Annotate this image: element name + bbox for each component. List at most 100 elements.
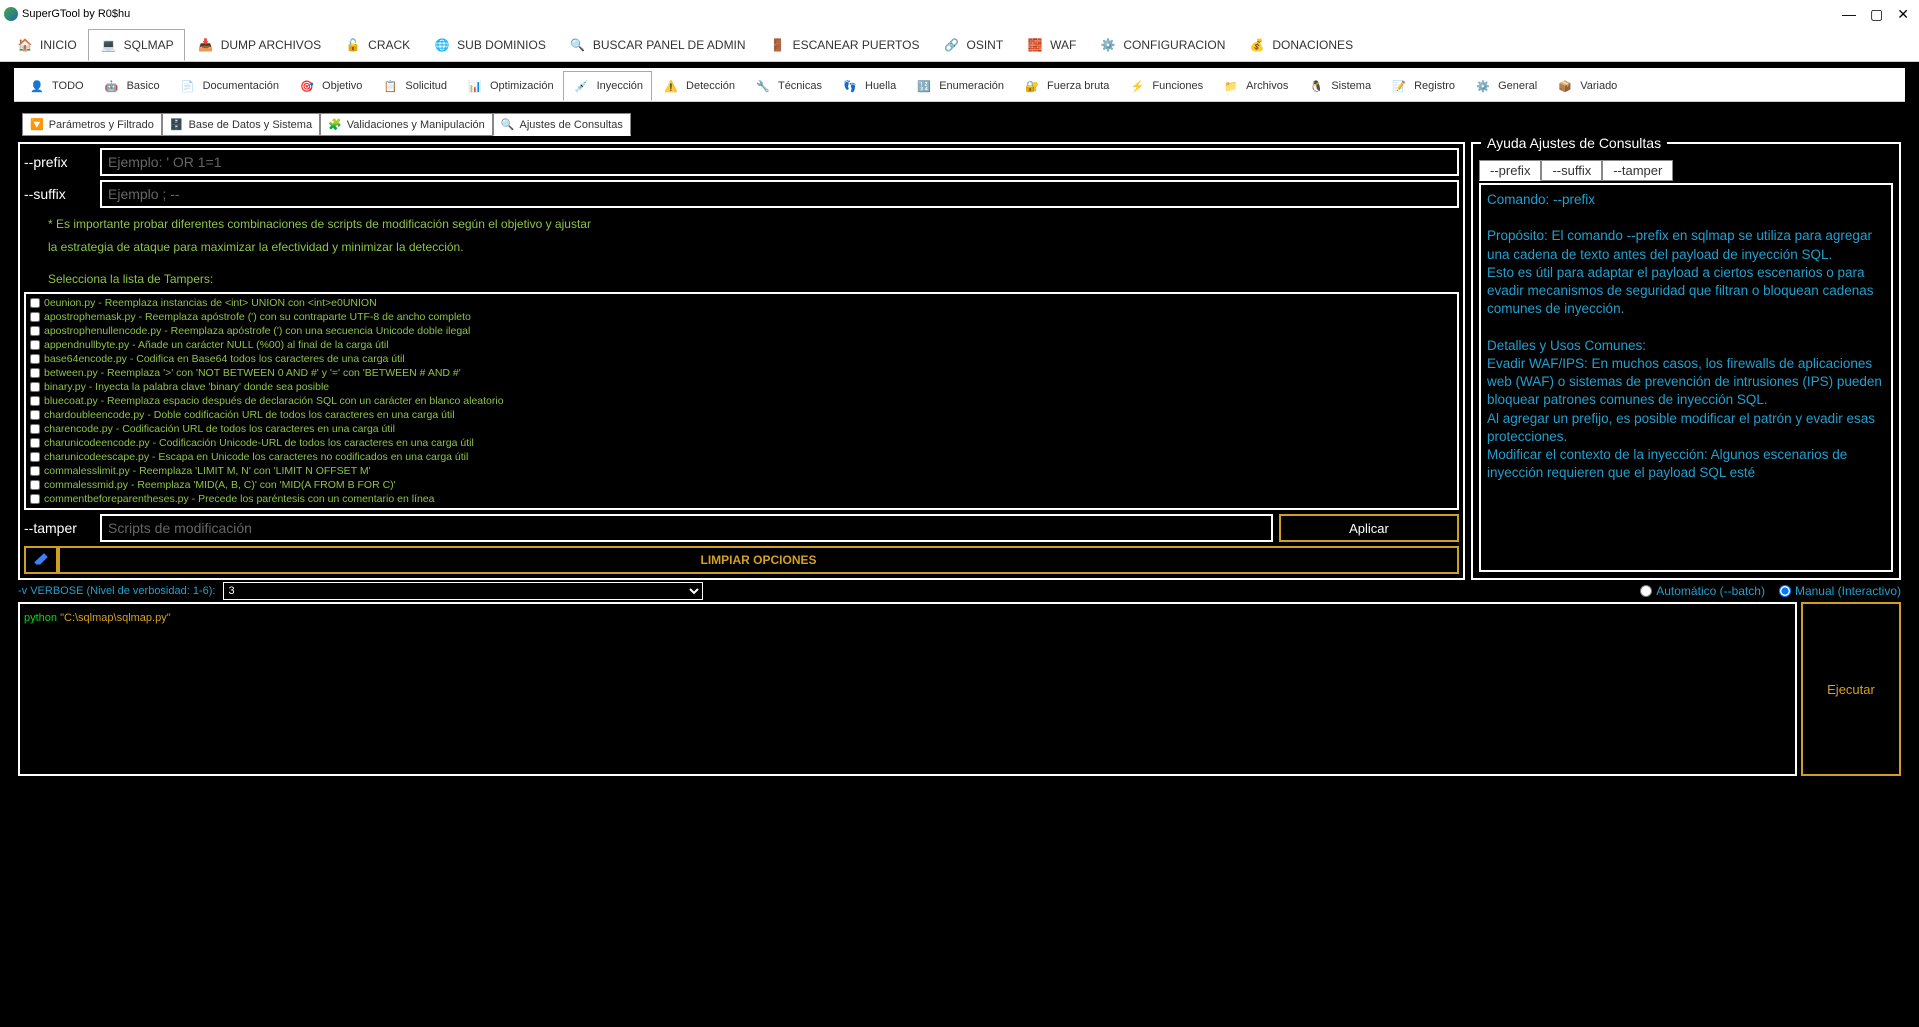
tamper-item[interactable]: 0eunion.py - Reemplaza instancias de <in…: [28, 296, 1455, 310]
sub-tab-documentación[interactable]: 📄Documentación: [169, 71, 288, 101]
verbose-label: -v VERBOSE (Nivel de verbosidad: 1-6):: [18, 585, 215, 597]
main-tab-escanear-puertos[interactable]: 🚪ESCANEAR PUERTOS: [757, 29, 931, 61]
help-tab-suffix[interactable]: --suffix: [1541, 160, 1602, 181]
app-icon: [4, 7, 18, 21]
window-title: SuperGTool by R0$hu: [22, 8, 130, 20]
tamper-checkbox[interactable]: [30, 312, 40, 322]
tamper-item[interactable]: chardoubleencode.py - Doble codificación…: [28, 408, 1455, 422]
suffix-input[interactable]: [100, 180, 1459, 208]
sub-tab-sistema[interactable]: 🐧Sistema: [1297, 71, 1380, 101]
sub-tab-fuerza bruta[interactable]: 🔐Fuerza bruta: [1013, 71, 1118, 101]
subtab-icon: 📄: [178, 77, 198, 95]
tamper-checkbox[interactable]: [30, 354, 40, 364]
main-tab-dump-archivos[interactable]: 📥DUMP ARCHIVOS: [185, 29, 332, 61]
tamper-item[interactable]: commentbeforeparentheses.py - Precede lo…: [28, 492, 1455, 506]
apply-button[interactable]: Aplicar: [1279, 514, 1459, 542]
tamper-checkbox[interactable]: [30, 340, 40, 350]
tamper-checkbox[interactable]: [30, 452, 40, 462]
tamper-checkbox[interactable]: [30, 368, 40, 378]
tamper-item[interactable]: charencode.py - Codificación URL de todo…: [28, 422, 1455, 436]
tab-icon: 💰: [1247, 36, 1267, 54]
execute-button[interactable]: Ejecutar: [1801, 602, 1901, 776]
main-tab-waf[interactable]: 🧱WAF: [1014, 29, 1087, 61]
tamper-checkbox[interactable]: [30, 298, 40, 308]
tamper-item[interactable]: commalessmid.py - Reemplaza 'MID(A, B, C…: [28, 478, 1455, 492]
tamper-item[interactable]: charunicodeescape.py - Escapa en Unicode…: [28, 450, 1455, 464]
help-tab-tamper[interactable]: --tamper: [1602, 160, 1673, 181]
verbose-select[interactable]: 3: [223, 582, 703, 600]
sub-tab-basico[interactable]: 🤖Basico: [93, 71, 169, 101]
subsub-tab-3[interactable]: 🔍Ajustes de Consultas: [493, 113, 631, 136]
tamper-item[interactable]: base64encode.py - Codifica en Base64 tod…: [28, 352, 1455, 366]
subtab-icon: 📁: [1221, 77, 1241, 95]
main-tab-sqlmap[interactable]: 💻SQLMAP: [88, 29, 185, 61]
tamper-item[interactable]: charunicodeencode.py - Codificación Unic…: [28, 436, 1455, 450]
sub-tab-huella[interactable]: 👣Huella: [831, 71, 905, 101]
subsub-tab-0[interactable]: 🔽Parámetros y Filtrado: [22, 113, 162, 136]
tamper-checkbox[interactable]: [30, 480, 40, 490]
main-tab-buscar-panel-de-admin[interactable]: 🔍BUSCAR PANEL DE ADMIN: [557, 29, 757, 61]
sub-tab-archivos[interactable]: 📁Archivos: [1212, 71, 1297, 101]
subtab-icon: 👣: [840, 77, 860, 95]
subtab-icon: 🐧: [1306, 77, 1326, 95]
manual-radio[interactable]: Manual (Interactivo): [1779, 584, 1901, 598]
sub-tab-objetivo[interactable]: 🎯Objetivo: [288, 71, 371, 101]
tamper-item[interactable]: apostrophemask.py - Reemplaza apóstrofe …: [28, 310, 1455, 324]
sub-tab-inyección[interactable]: 💉Inyección: [563, 71, 652, 101]
help-title: Ayuda Ajustes de Consultas: [1481, 135, 1667, 151]
tamper-item[interactable]: bluecoat.py - Reemplaza espacio después …: [28, 394, 1455, 408]
main-tab-configuracion[interactable]: ⚙️CONFIGURACION: [1087, 29, 1236, 61]
sub-tab-enumeración[interactable]: 🔢Enumeración: [905, 71, 1013, 101]
main-tab-osint[interactable]: 🔗OSINT: [931, 29, 1015, 61]
tampers-heading: Selecciona la lista de Tampers:: [48, 272, 1459, 286]
subsubtab-icon: 🔽: [30, 118, 44, 131]
tamper-item[interactable]: binary.py - Inyecta la palabra clave 'bi…: [28, 380, 1455, 394]
sub-tab-solicitud[interactable]: 📋Solicitud: [371, 71, 456, 101]
clear-button[interactable]: LIMPIAR OPCIONES: [58, 546, 1459, 574]
tamper-checkbox[interactable]: [30, 382, 40, 392]
subsubtab-icon: 🔍: [501, 118, 515, 131]
tamper-checkbox[interactable]: [30, 494, 40, 504]
sub-tab-optimización[interactable]: 📊Optimización: [456, 71, 563, 101]
sub-tab-variado[interactable]: 📦Variado: [1546, 71, 1626, 101]
tamper-item[interactable]: apostrophenullencode.py - Reemplaza após…: [28, 324, 1455, 338]
tamper-checkbox[interactable]: [30, 326, 40, 336]
sub-tab-general[interactable]: ⚙️General: [1464, 71, 1546, 101]
main-tab-sub-dominios[interactable]: 🌐SUB DOMINIOS: [421, 29, 557, 61]
prefix-input[interactable]: [100, 148, 1459, 176]
subtab-icon: 📊: [465, 77, 485, 95]
tamper-checkbox[interactable]: [30, 466, 40, 476]
sub-tab-todo[interactable]: 👤TODO: [18, 71, 93, 101]
subtab-icon: 🔧: [753, 77, 773, 95]
sub-tab-técnicas[interactable]: 🔧Técnicas: [744, 71, 831, 101]
help-body: Comando: --prefix Propósito: El comando …: [1479, 183, 1893, 572]
subsub-tab-2[interactable]: 🧩Validaciones y Manipulación: [320, 113, 493, 136]
subsub-tab-1[interactable]: 🗄️Base de Datos y Sistema: [162, 113, 320, 136]
subtab-icon: 🤖: [102, 77, 122, 95]
close-icon[interactable]: ✕: [1897, 6, 1909, 23]
left-pane: --prefix --suffix * Es importante probar…: [18, 142, 1465, 580]
help-tabs: --prefix--suffix--tamper: [1473, 160, 1899, 181]
minimize-icon[interactable]: —: [1842, 6, 1856, 23]
sub-tab-registro[interactable]: 📝Registro: [1380, 71, 1464, 101]
tamper-checkbox[interactable]: [30, 396, 40, 406]
auto-radio[interactable]: Automático (--batch): [1640, 584, 1765, 598]
help-tab-prefix[interactable]: --prefix: [1479, 160, 1541, 181]
tamper-item[interactable]: appendnullbyte.py - Añade un carácter NU…: [28, 338, 1455, 352]
tamper-label: --tamper: [24, 520, 94, 536]
tamper-checkbox[interactable]: [30, 424, 40, 434]
sub-tab-funciones[interactable]: ⚡Funciones: [1118, 71, 1212, 101]
tamper-input[interactable]: [100, 514, 1273, 542]
maximize-icon[interactable]: ▢: [1870, 6, 1883, 23]
tamper-item[interactable]: between.py - Reemplaza '>' con 'NOT BETW…: [28, 366, 1455, 380]
tamper-list[interactable]: 0eunion.py - Reemplaza instancias de <in…: [24, 292, 1459, 510]
main-tab-inicio[interactable]: 🏠INICIO: [4, 29, 88, 61]
tamper-checkbox[interactable]: [30, 410, 40, 420]
tamper-item[interactable]: commalesslimit.py - Reemplaza 'LIMIT M, …: [28, 464, 1455, 478]
subtab-icon: 📋: [380, 77, 400, 95]
tamper-checkbox[interactable]: [30, 438, 40, 448]
main-tab-donaciones[interactable]: 💰DONACIONES: [1236, 29, 1364, 61]
sub-tab-detección[interactable]: ⚠️Detección: [652, 71, 744, 101]
main-tab-crack[interactable]: 🔓CRACK: [332, 29, 421, 61]
main-tab-bar: 🏠INICIO💻SQLMAP📥DUMP ARCHIVOS🔓CRACK🌐SUB D…: [0, 28, 1919, 62]
